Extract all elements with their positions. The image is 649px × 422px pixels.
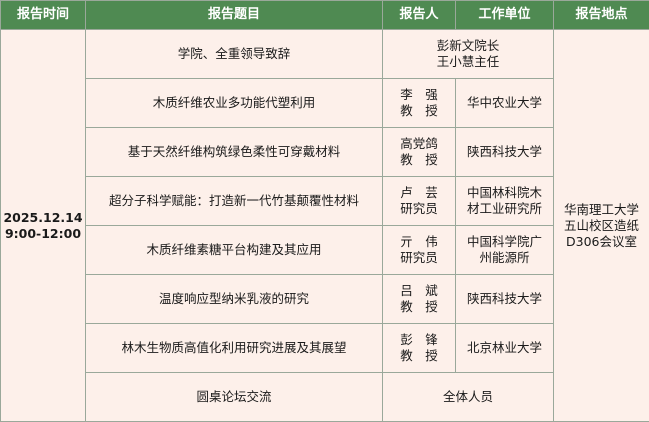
speaker-name: 彭 锋 — [383, 332, 455, 348]
speaker-cell: 亓 伟 研究员 — [383, 226, 456, 275]
table-row: 木质纤维农业多功能代塑利用 李 强 教 授 华中农业大学 — [1, 79, 649, 128]
unit-line: 中国林科院木 — [456, 185, 553, 201]
speaker-name: 亓 伟 — [383, 234, 455, 250]
speaker-cell: 吕 斌 教 授 — [383, 275, 456, 324]
topic-cell: 木质纤维素糖平台构建及其应用 — [86, 226, 383, 275]
header-row: 报告时间 报告题目 报告人 工作单位 报告地点 — [1, 1, 649, 30]
header-topic: 报告题目 — [86, 1, 383, 30]
venue-line: D306会议室 — [554, 234, 649, 250]
unit-line: 陕西科技大学 — [456, 291, 553, 307]
table-row: 基于天然纤维构筑绿色柔性可穿戴材料 高党鸽 教 授 陕西科技大学 — [1, 128, 649, 177]
topic-cell: 超分子科学赋能：打造新一代竹基颠覆性材料 — [86, 177, 383, 226]
speaker-name: 高党鸽 — [383, 136, 455, 152]
speaker-title: 教 授 — [383, 152, 455, 168]
unit-line: 中国科学院广 — [456, 234, 553, 250]
topic-cell: 温度响应型纳米乳液的研究 — [86, 275, 383, 324]
unit-line: 华中农业大学 — [456, 95, 553, 111]
topic-cell: 木质纤维农业多功能代塑利用 — [86, 79, 383, 128]
topic-cell: 圆桌论坛交流 — [86, 373, 383, 422]
table-row: 温度响应型纳米乳液的研究 吕 斌 教 授 陕西科技大学 — [1, 275, 649, 324]
venue-line: 华南理工大学 — [554, 202, 649, 218]
header-venue: 报告地点 — [554, 1, 649, 30]
table-row: 木质纤维素糖平台构建及其应用 亓 伟 研究员 中国科学院广 州能源所 — [1, 226, 649, 275]
time-cell: 2025.12.14 9:00-12:00 — [1, 30, 86, 422]
speaker-line: 全体人员 — [383, 389, 553, 405]
venue-cell: 华南理工大学 五山校区造纸 D306会议室 — [554, 30, 649, 422]
time-range-text: 9:00-12:00 — [1, 226, 85, 242]
speaker-cell: 彭新文院长 王小慧主任 — [383, 30, 554, 79]
header-time: 报告时间 — [1, 1, 86, 30]
speaker-title: 研究员 — [383, 201, 455, 217]
speaker-name: 李 强 — [383, 87, 455, 103]
table-row: 林木生物质高值化利用研究进展及其展望 彭 锋 教 授 北京林业大学 — [1, 324, 649, 373]
speaker-title: 教 授 — [383, 103, 455, 119]
table-row: 超分子科学赋能：打造新一代竹基颠覆性材料 卢 芸 研究员 中国林科院木 材工业研… — [1, 177, 649, 226]
unit-line: 陕西科技大学 — [456, 144, 553, 160]
speaker-name: 吕 斌 — [383, 283, 455, 299]
header-unit: 工作单位 — [456, 1, 554, 30]
unit-cell: 中国林科院木 材工业研究所 — [456, 177, 554, 226]
schedule-table: 报告时间 报告题目 报告人 工作单位 报告地点 2025.12.14 9:00-… — [0, 0, 649, 422]
speaker-title: 教 授 — [383, 299, 455, 315]
topic-cell: 基于天然纤维构筑绿色柔性可穿戴材料 — [86, 128, 383, 177]
speaker-cell: 高党鸽 教 授 — [383, 128, 456, 177]
unit-line: 材工业研究所 — [456, 201, 553, 217]
venue-line: 五山校区造纸 — [554, 218, 649, 234]
speaker-title: 教 授 — [383, 348, 455, 364]
unit-cell: 华中农业大学 — [456, 79, 554, 128]
speaker-cell: 彭 锋 教 授 — [383, 324, 456, 373]
unit-cell: 陕西科技大学 — [456, 128, 554, 177]
unit-cell: 中国科学院广 州能源所 — [456, 226, 554, 275]
speaker-cell: 卢 芸 研究员 — [383, 177, 456, 226]
speaker-line: 王小慧主任 — [383, 54, 553, 70]
table-row: 2025.12.14 9:00-12:00 学院、全重领导致辞 彭新文院长 王小… — [1, 30, 649, 79]
topic-cell: 林木生物质高值化利用研究进展及其展望 — [86, 324, 383, 373]
speaker-title: 研究员 — [383, 250, 455, 266]
unit-cell: 北京林业大学 — [456, 324, 554, 373]
header-speaker: 报告人 — [383, 1, 456, 30]
speaker-cell: 全体人员 — [383, 373, 554, 422]
table-row: 圆桌论坛交流 全体人员 — [1, 373, 649, 422]
topic-cell: 学院、全重领导致辞 — [86, 30, 383, 79]
speaker-name: 卢 芸 — [383, 185, 455, 201]
unit-line: 州能源所 — [456, 250, 553, 266]
speaker-line: 彭新文院长 — [383, 38, 553, 54]
speaker-cell: 李 强 教 授 — [383, 79, 456, 128]
date-text: 2025.12.14 — [1, 210, 85, 226]
unit-cell: 陕西科技大学 — [456, 275, 554, 324]
unit-line: 北京林业大学 — [456, 340, 553, 356]
